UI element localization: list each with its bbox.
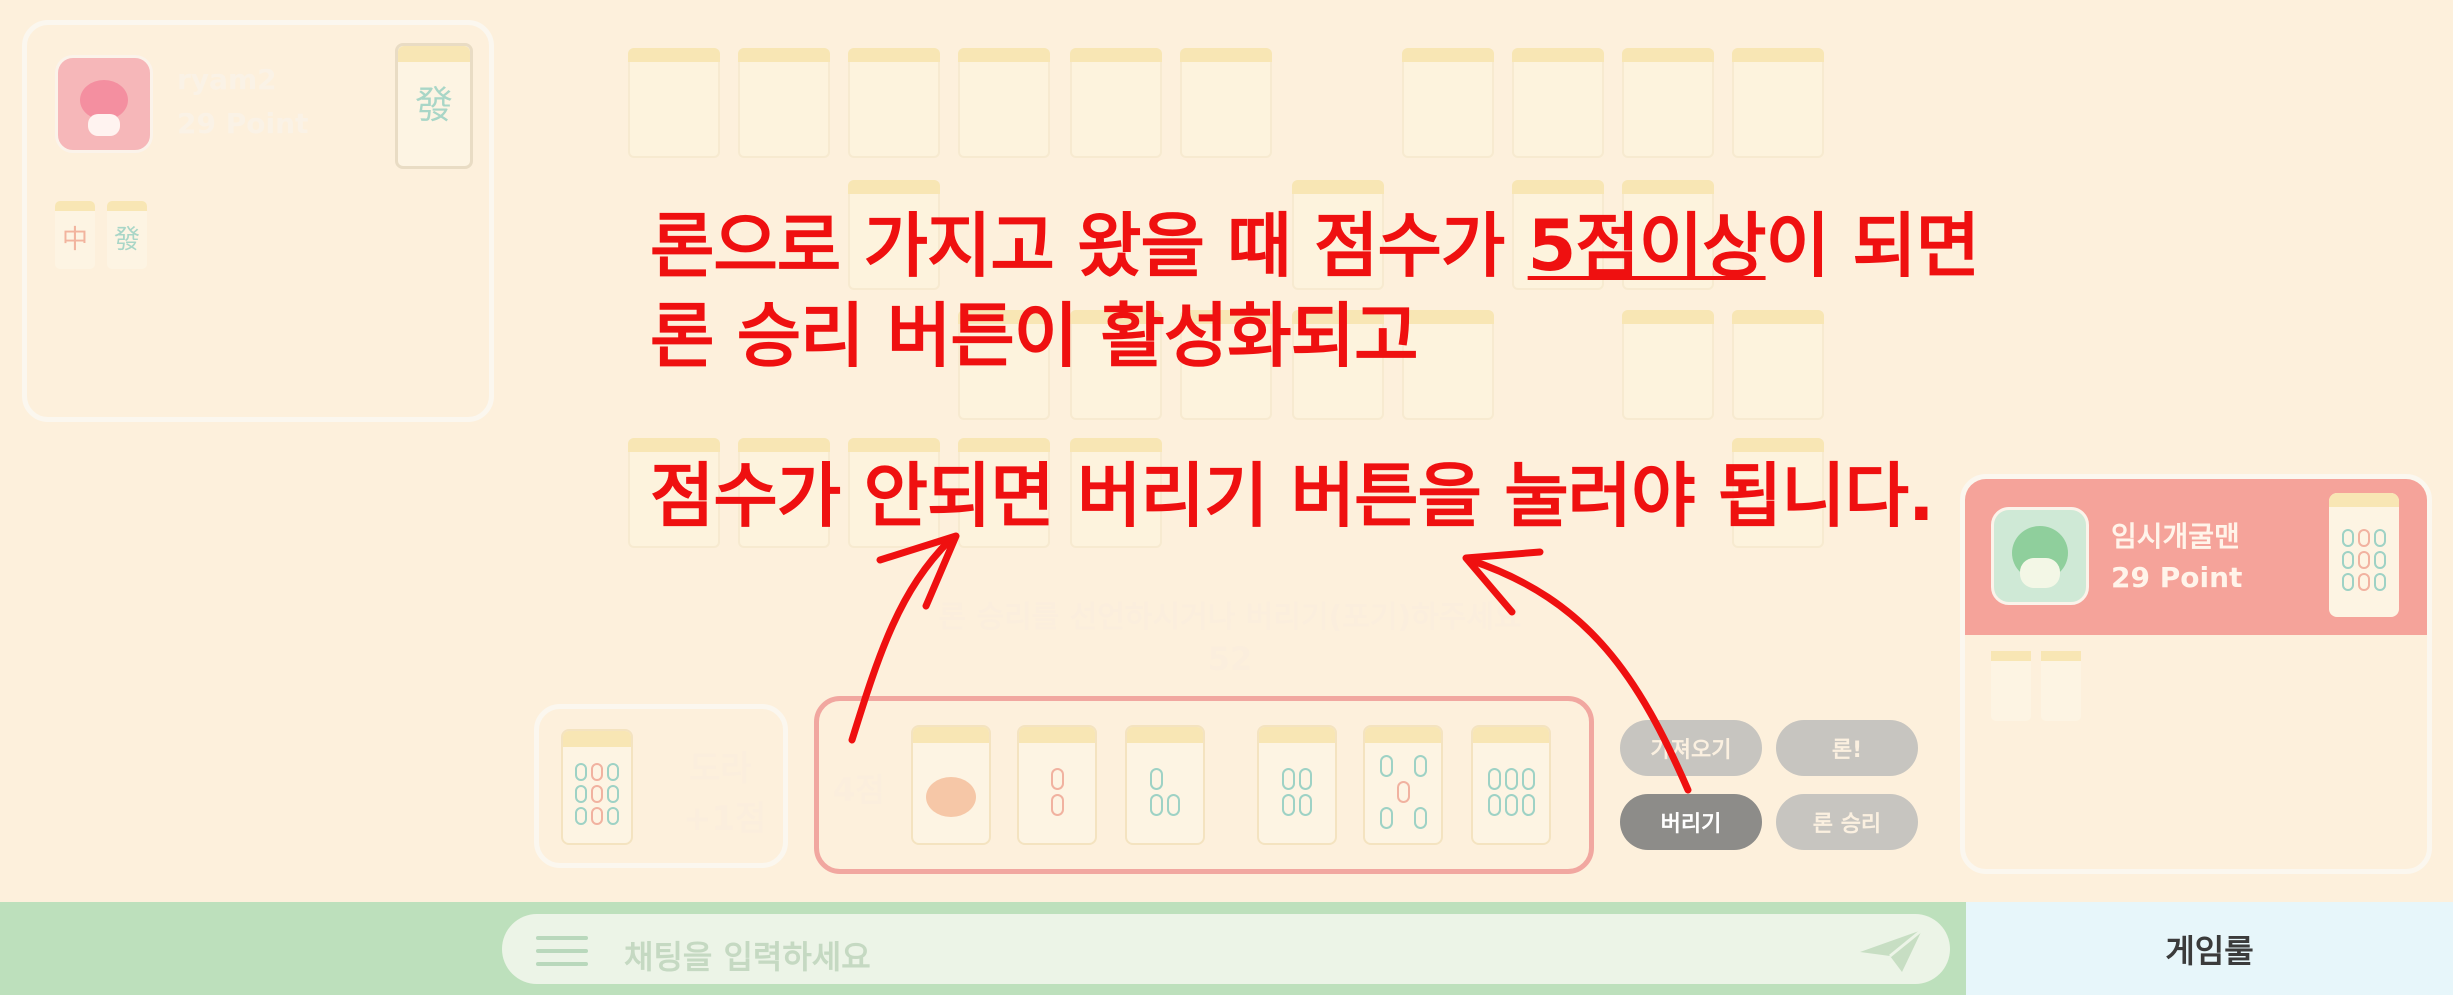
- player-panel-top: ryam2 29 Point 發 中 發: [22, 20, 494, 422]
- table-tile: [1512, 48, 1604, 158]
- rules-button-label: 게임룰: [2165, 931, 2254, 970]
- table-tile: [628, 48, 720, 158]
- send-icon[interactable]: [1858, 928, 1924, 974]
- player-name: 임시개굴맨: [2111, 520, 2240, 553]
- meld-tile: [2041, 651, 2081, 721]
- table-tile: [1732, 310, 1824, 420]
- status-message: 론 승리를 선언하시거나 버리기(포기)하주세요: [938, 600, 1522, 635]
- annotation-line-1-underlined: 5점이상: [1527, 205, 1767, 287]
- hand-tile[interactable]: [1257, 725, 1337, 845]
- chat-input-placeholder[interactable]: 채팅을 입력하세요: [624, 932, 871, 978]
- hand-tile-frog[interactable]: [911, 725, 991, 845]
- table-tile: [1402, 48, 1494, 158]
- table-tile: [1622, 310, 1714, 420]
- hand-tile[interactable]: [1471, 725, 1551, 845]
- dora-panel: 도라 +1점: [534, 704, 788, 868]
- annotation-line-1-pre: 론으로 가지고 왔을 때 점수가: [650, 205, 1528, 287]
- turn-timer: 52: [1207, 640, 1253, 678]
- player-hand: 4점: [814, 696, 1594, 874]
- rules-button[interactable]: 게임룰: [1966, 902, 2453, 995]
- hand-tile[interactable]: [1363, 725, 1443, 845]
- meld-tile: 中: [55, 201, 95, 269]
- menu-icon[interactable]: [536, 936, 588, 966]
- table-tile: [1070, 48, 1162, 158]
- discard-button[interactable]: 버리기: [1620, 794, 1762, 850]
- fa-tile-glyph: 發: [414, 83, 453, 127]
- hand-tile: 發: [395, 43, 473, 169]
- avatar: [55, 55, 153, 153]
- ron-win-button[interactable]: 론 승리: [1776, 794, 1918, 850]
- annotation-line-1-post: 이 되면: [1765, 205, 1981, 287]
- hand-tile: [2329, 493, 2399, 617]
- annotation-line-3: 점수가 안되면 버리기 버튼을 눌러야 됩니다.: [650, 455, 1935, 537]
- chat-input-wrapper[interactable]: 채팅을 입력하세요: [502, 914, 1950, 984]
- dora-tile: [561, 729, 633, 845]
- ron-button[interactable]: 론!: [1776, 720, 1918, 776]
- table-tile: [848, 48, 940, 158]
- table-tile: [1732, 48, 1824, 158]
- meld-tile: [1991, 651, 2031, 721]
- player-points: 29 Point: [177, 107, 309, 140]
- hand-tile[interactable]: [1017, 725, 1097, 845]
- hand-tile[interactable]: [1125, 725, 1205, 845]
- table-tile: [738, 48, 830, 158]
- table-tile: [958, 48, 1050, 158]
- avatar: [1991, 507, 2089, 605]
- player-name: ryam2: [177, 63, 277, 96]
- dora-bonus: +1점: [683, 799, 767, 839]
- annotation-line-2: 론 승리 버튼이 활성화되고: [650, 295, 1419, 377]
- draw-button[interactable]: 가져오기: [1620, 720, 1762, 776]
- table-tile: [1180, 48, 1272, 158]
- player-panel-right: 임시개굴맨 29 Point: [1960, 474, 2432, 874]
- table-tile: [1622, 48, 1714, 158]
- annotation-line-1: 론으로 가지고 왔을 때 점수가 5점이상이 되면: [650, 190, 1981, 291]
- meld-tile: 發: [107, 201, 147, 269]
- hand-score: 4점: [833, 771, 885, 809]
- player-points: 29 Point: [2111, 561, 2243, 594]
- dora-label: 도라: [689, 749, 752, 789]
